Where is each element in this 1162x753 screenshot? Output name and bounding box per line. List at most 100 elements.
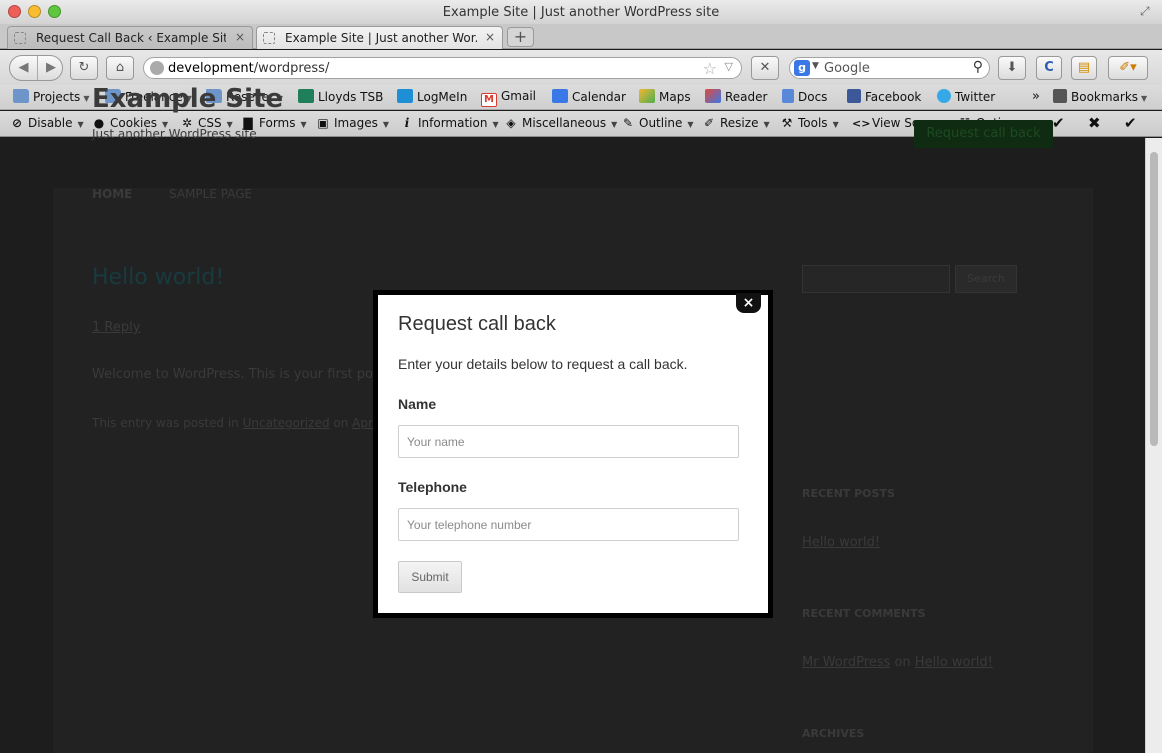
facebook-icon [847,89,861,103]
navigation-toolbar: ◀ ▶ ↻ ⌂ development/wordpress/ ☆ ▽ ✕ g ▼… [0,50,1162,85]
disable-icon: ⊘ [11,116,23,130]
window-title: Example Site | Just another WordPress si… [442,5,720,20]
modal-close-icon[interactable]: × [736,293,761,313]
bookmark-maps[interactable]: Maps [639,89,691,107]
archives-heading: ARCHIVES [802,727,865,740]
tab-close-icon[interactable]: × [235,30,245,44]
reader-icon [705,89,721,103]
resize-icon: ✐ [703,116,715,130]
extension-c-icon[interactable]: C [1036,56,1062,80]
stop-icon[interactable]: ✕ [751,56,779,80]
category-link[interactable]: Uncategorized [243,416,330,430]
address-bar[interactable]: development/wordpress/ ☆ ▽ [143,57,742,79]
bookmark-facebook[interactable]: Facebook [847,89,921,107]
downloads-icon[interactable]: ⬇ [998,56,1026,80]
submit-button[interactable]: Submit [398,561,462,593]
dev-menu-information[interactable]: i Information ▼ [400,116,499,130]
scrollbar-thumb[interactable] [1150,152,1158,446]
validate-checkmark-icon-2[interactable]: ✔ [1124,114,1137,132]
search-bar[interactable]: g ▼ Google ⚲ [789,57,990,79]
forward-arrow-icon[interactable]: ▶ [39,56,63,80]
docs-icon [782,89,794,103]
telephone-input[interactable] [398,508,739,541]
bookmark-reader[interactable]: Reader [705,89,767,107]
tab-close-icon[interactable]: × [485,30,495,44]
bookmark-star-icon[interactable]: ☆ [703,59,717,78]
home-icon[interactable]: ⌂ [106,56,134,80]
back-arrow-icon[interactable]: ◀ [10,56,38,80]
post-title[interactable]: Hello world! [92,265,224,290]
recent-comments-heading: RECENT COMMENTS [802,607,926,620]
post-meta: This entry was posted in Uncategorized o… [92,416,373,430]
bookmark-lloyds-tsb[interactable]: Lloyds TSB [298,89,383,107]
recent-posts-heading: RECENT POSTS [802,487,895,500]
new-tab-button[interactable]: + [507,27,534,47]
modal-description: Enter your details below to request a ca… [398,356,688,372]
bookmarks-overflow[interactable]: » [1032,89,1040,107]
blank-page-icon [263,32,275,44]
images-icon: ▣ [317,116,329,130]
chevron-down-icon[interactable]: ▼ [812,61,819,71]
url-text: development/wordpress/ [168,61,330,76]
bookmarks-icon [1053,89,1067,103]
twitter-icon [937,89,951,103]
dev-menu-tools[interactable]: ⚒ Tools ▼ [780,116,839,130]
logmein-icon [397,89,413,103]
name-label: Name [398,396,437,412]
bookmarks-menu[interactable]: Bookmarks ▼ [1053,89,1147,107]
telephone-label: Telephone [398,479,467,495]
back-forward-group: ◀ ▶ [9,55,63,81]
dev-menu-images[interactable]: ▣ Images ▼ [316,116,389,130]
nav-home-link[interactable]: HOME [92,187,132,201]
bookmark-gmail[interactable]: M Gmail [481,89,536,107]
tab-example-site[interactable]: Example Site | Just another Wor... × [256,26,503,49]
search-icon[interactable]: ⚲ [973,59,983,75]
nav-sample-page-link[interactable]: SAMPLE PAGE [169,187,252,201]
gmail-icon: M [481,93,497,107]
reload-icon[interactable]: ↻ [70,56,98,80]
lloyds-icon [298,89,314,103]
dev-menu-outline[interactable]: ✎ Outline ▼ [621,116,694,130]
tab-label: Request Call Back ‹ Example Sit... [36,31,226,45]
bookmark-twitter[interactable]: Twitter [937,89,995,107]
extension-panel-icon[interactable]: ▤ [1071,56,1097,80]
bookmark-docs[interactable]: Docs [782,89,827,107]
page-scrollbar[interactable] [1145,138,1162,753]
bookmark-logmein[interactable]: LogMeIn [397,89,467,107]
request-call-back-button[interactable]: Request call back [914,120,1053,148]
date-link[interactable]: Apr [352,416,373,430]
fullscreen-icon[interactable]: ⤢ [1140,4,1154,18]
dev-menu-resize[interactable]: ✐ Resize ▼ [702,116,770,130]
site-description: Just another WordPress site [92,127,257,141]
comment-author-link[interactable]: Mr WordPress [802,655,890,670]
outline-icon: ✎ [622,116,634,130]
sidebar-search-button[interactable]: Search [955,265,1017,293]
view-source-icon: <> [852,117,871,130]
maps-icon [639,89,655,103]
calendar-icon [552,89,568,103]
url-history-arrow-icon[interactable]: ▽ [725,60,733,73]
miscellaneous-icon: ◈ [506,116,516,130]
name-input[interactable] [398,425,739,458]
reply-link[interactable]: 1 Reply [92,320,140,335]
bookmark-calendar[interactable]: Calendar [552,89,626,107]
validate-checkmark-icon[interactable]: ✔ [1052,114,1065,132]
google-icon[interactable]: g [794,60,810,76]
recent-post-link[interactable]: Hello world! [802,535,880,550]
dev-menu-miscellaneous[interactable]: ◈ Miscellaneous ▼ [504,116,617,130]
site-title[interactable]: Example Site [92,84,283,114]
information-icon: i [404,116,410,130]
tab-request-call-back[interactable]: Request Call Back ‹ Example Sit... × [7,26,253,49]
post-body: Welcome to WordPress. This is your first… [92,367,373,382]
comment-post-link[interactable]: Hello world! [915,655,993,670]
window-titlebar: Example Site | Just another WordPress si… [0,0,1162,24]
globe-icon [150,61,164,75]
sidebar-search-input[interactable] [802,265,950,293]
blank-page-icon [14,32,26,44]
tools-icon: ⚒ [781,116,793,130]
dev-menu-disable[interactable]: ⊘ Disable ▼ [10,116,84,130]
tab-label: Example Site | Just another Wor... [285,31,477,45]
error-x-icon[interactable]: ✖ [1088,114,1101,132]
bookmark-projects[interactable]: Projects ▼ [13,89,89,107]
extension-menu-icon[interactable]: ✐▾ [1108,56,1148,80]
